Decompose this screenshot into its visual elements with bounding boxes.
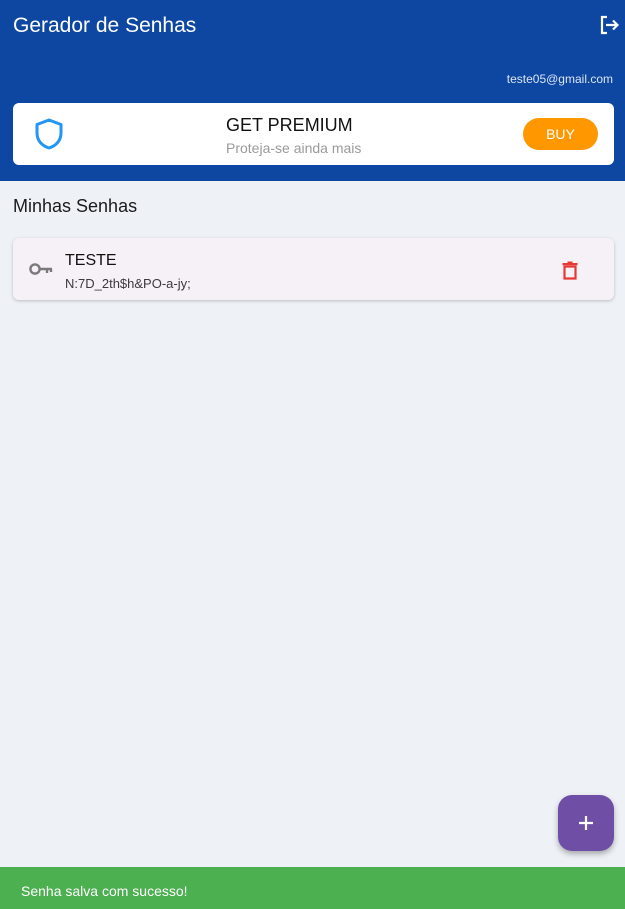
logout-button[interactable]	[594, 10, 624, 40]
snackbar-message: Senha salva com sucesso!	[21, 883, 188, 899]
app-bar: Gerador de Senhas teste05@gmail.com GET …	[0, 0, 625, 181]
key-icon	[29, 263, 53, 275]
snackbar: Senha salva com sucesso!	[0, 867, 625, 909]
password-value: N:7D_2th$h&PO-a-jy;	[65, 276, 191, 291]
premium-subtitle: Proteja-se ainda mais	[226, 140, 362, 156]
trash-icon	[562, 261, 578, 280]
buy-button[interactable]: BUY	[523, 118, 598, 150]
app-title: Gerador de Senhas	[13, 14, 197, 37]
password-title: TESTE	[65, 252, 117, 269]
section-title: Minhas Senhas	[13, 196, 138, 216]
logout-icon	[600, 15, 620, 35]
user-email: teste05@gmail.com	[506, 72, 613, 86]
premium-card: GET PREMIUM Proteja-se ainda mais BUY	[13, 103, 614, 165]
add-password-button[interactable]	[558, 795, 614, 851]
shield-icon	[35, 118, 63, 150]
password-list-item[interactable]: TESTE N:7D_2th$h&PO-a-jy;	[13, 238, 614, 300]
premium-title: GET PREMIUM	[226, 115, 353, 135]
plus-icon	[579, 816, 593, 830]
delete-button[interactable]	[557, 257, 583, 283]
